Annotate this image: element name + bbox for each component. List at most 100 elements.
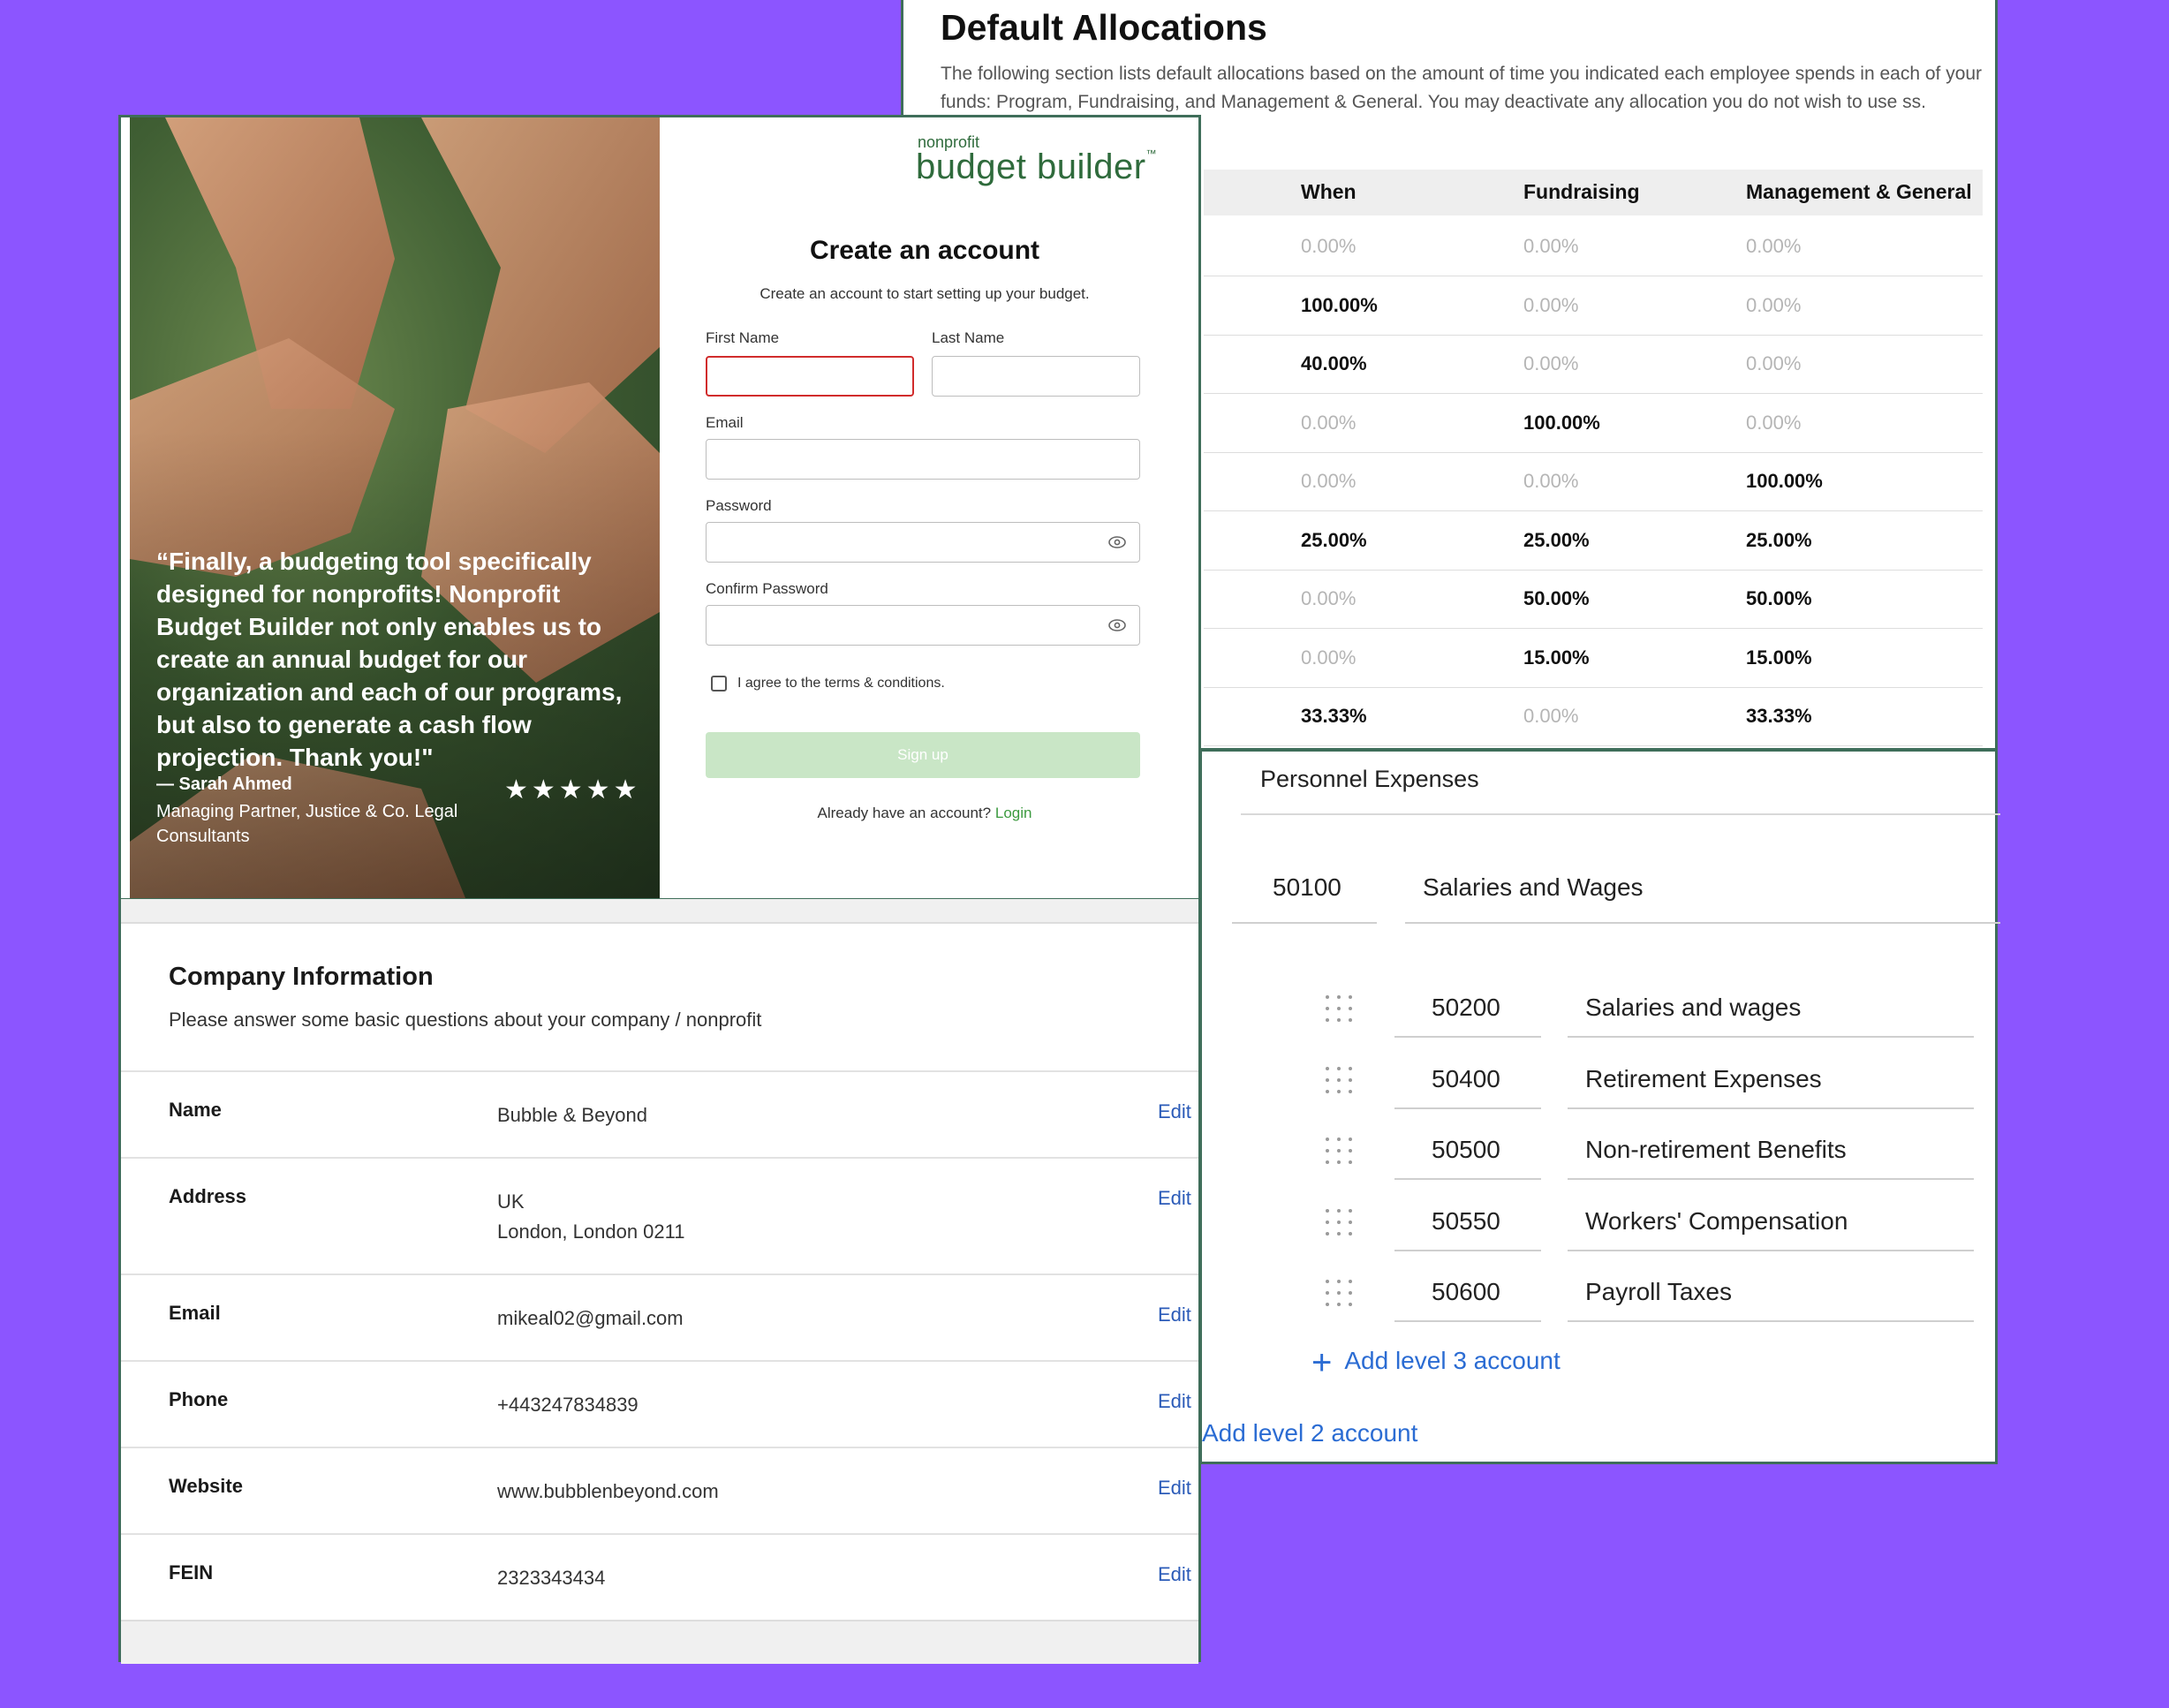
sign-up-button[interactable]: Sign up [706,732,1140,778]
edit-link[interactable]: Edit [1158,1390,1191,1413]
last-name-label: Last Name [932,329,1005,346]
account-code[interactable]: 50500 [1432,1136,1500,1164]
level3-account-row: 50600 Payroll Taxes [1202,1267,2000,1338]
edit-link[interactable]: Edit [1158,1100,1191,1123]
allocation-value: 0.00% [1746,411,1802,434]
testimonial-author: — Sarah Ahmed [156,775,292,794]
login-prompt-text: Already have an account? [817,805,992,821]
level2-account-name[interactable]: Salaries and Wages [1423,873,1644,902]
allocation-value: 0.00% [1523,293,1579,316]
field-value: mikeal02@gmail.com [497,1304,684,1334]
drag-handle-icon[interactable] [1326,995,1354,1024]
chart-of-accounts-panel: Personnel Expenses 50100 Salaries and Wa… [1199,749,2000,1464]
account-code[interactable]: 50600 [1432,1278,1500,1306]
testimonial-photo: “Finally, a budgeting tool specifically … [130,117,660,898]
divider [1394,1178,1541,1180]
confirm-password-input[interactable] [706,605,1140,646]
account-code[interactable]: 50550 [1432,1207,1500,1236]
field-value: Bubble & Beyond [497,1100,647,1130]
allocation-value: 50.00% [1746,587,1812,609]
add-level3-account-label: Add level 3 account [1344,1347,1561,1374]
company-field-row: FEIN 2323343434 Edit [121,1533,1198,1621]
divider [1394,1107,1541,1109]
allocation-value: 25.00% [1301,528,1367,551]
column-header-fundraising: Fundraising [1523,180,1640,203]
drag-handle-icon[interactable] [1326,1137,1354,1166]
field-label: Email [169,1302,221,1324]
logo-main-text: budget builder [916,147,1146,186]
panel-bottom-bar [121,1620,1198,1664]
field-label: FEIN [169,1561,214,1583]
add-level2-account-button[interactable]: Add level 2 account [1202,1419,1417,1447]
divider [1241,813,2000,815]
allocation-value: 25.00% [1523,528,1590,551]
level3-account-row: 50550 Workers' Compensation [1202,1197,2000,1267]
allocation-value: 0.00% [1301,646,1357,669]
rating-stars: ★★★★★ [504,775,641,805]
email-input[interactable] [706,439,1140,480]
terms-label: I agree to the terms & conditions. [737,676,945,691]
account-code[interactable]: 50400 [1432,1065,1500,1093]
allocation-value: 33.33% [1746,705,1812,727]
account-name[interactable]: Non-retirement Benefits [1585,1136,1847,1164]
account-name[interactable]: Payroll Taxes [1585,1278,1732,1306]
last-name-input[interactable] [932,356,1140,397]
allocation-row: 0.00% 50.00% 50.00% [1204,570,1983,629]
edit-link[interactable]: Edit [1158,1187,1191,1210]
allocation-row: 0.00% 0.00% 100.00% [1204,452,1983,511]
level1-account-name[interactable]: Personnel Expenses [1260,766,1479,793]
allocation-row: 33.33% 0.00% 33.33% [1204,687,1983,746]
allocation-row: 100.00% 0.00% 0.00% [1204,276,1983,336]
allocation-value: 0.00% [1746,235,1802,257]
allocation-row: 0.00% 0.00% 0.00% [1204,217,1983,276]
panel-top-bar [121,899,1198,924]
account-code[interactable]: 50200 [1432,994,1500,1022]
drag-handle-icon[interactable] [1326,1066,1354,1095]
account-name[interactable]: Salaries and wages [1585,994,1801,1022]
confirm-password-label: Confirm Password [706,580,828,597]
allocation-value: 0.00% [1301,470,1357,492]
field-label: Website [169,1475,243,1497]
edit-link[interactable]: Edit [1158,1563,1191,1586]
field-value-line: Bubble & Beyond [497,1104,648,1126]
level3-account-row: 50400 Retirement Expenses [1202,1054,2000,1125]
edit-link[interactable]: Edit [1158,1477,1191,1500]
eye-icon[interactable] [1107,533,1127,551]
field-value: UK London, London 0211 [497,1187,684,1247]
drag-handle-icon[interactable] [1326,1280,1354,1308]
column-header-management-general: Management & General [1746,180,1972,203]
allocation-value: 0.00% [1746,293,1802,316]
field-value-line: London, London 0211 [497,1221,685,1243]
allocation-row: 0.00% 100.00% 0.00% [1204,394,1983,453]
first-name-input[interactable] [706,356,914,397]
field-value-line: www.bubblenbeyond.com [497,1480,719,1502]
field-value: www.bubblenbeyond.com [497,1477,719,1507]
eye-icon[interactable] [1107,616,1127,634]
company-info-title: Company Information [169,963,434,991]
allocation-value: 15.00% [1746,646,1812,669]
account-name[interactable]: Workers' Compensation [1585,1207,1848,1236]
allocation-row: 25.00% 25.00% 25.00% [1204,511,1983,571]
edit-link[interactable]: Edit [1158,1304,1191,1326]
allocation-row: 40.00% 0.00% 0.00% [1204,335,1983,394]
login-link[interactable]: Login [995,805,1032,821]
divider [1568,1320,1974,1322]
first-name-label: First Name [706,329,780,346]
allocation-value: 0.00% [1746,352,1802,374]
company-field-row: Address UK London, London 0211 Edit [121,1157,1198,1275]
field-label: Phone [169,1388,229,1410]
add-level3-account-button[interactable]: + Add level 3 account [1311,1343,1561,1383]
terms-checkbox[interactable] [711,676,727,692]
logo-tm: ™ [1145,147,1158,160]
allocations-description: The following section lists default allo… [941,64,1983,112]
logo: budget builder™ [916,147,1157,187]
level2-account-code[interactable]: 50100 [1273,873,1341,902]
divider [1568,1036,1974,1038]
allocation-value: 100.00% [1746,470,1823,492]
divider [1568,1249,1974,1251]
allocation-value: 0.00% [1523,470,1579,492]
allocation-value: 0.00% [1301,235,1357,257]
drag-handle-icon[interactable] [1326,1208,1354,1237]
account-name[interactable]: Retirement Expenses [1585,1065,1822,1093]
password-input[interactable] [706,522,1140,563]
